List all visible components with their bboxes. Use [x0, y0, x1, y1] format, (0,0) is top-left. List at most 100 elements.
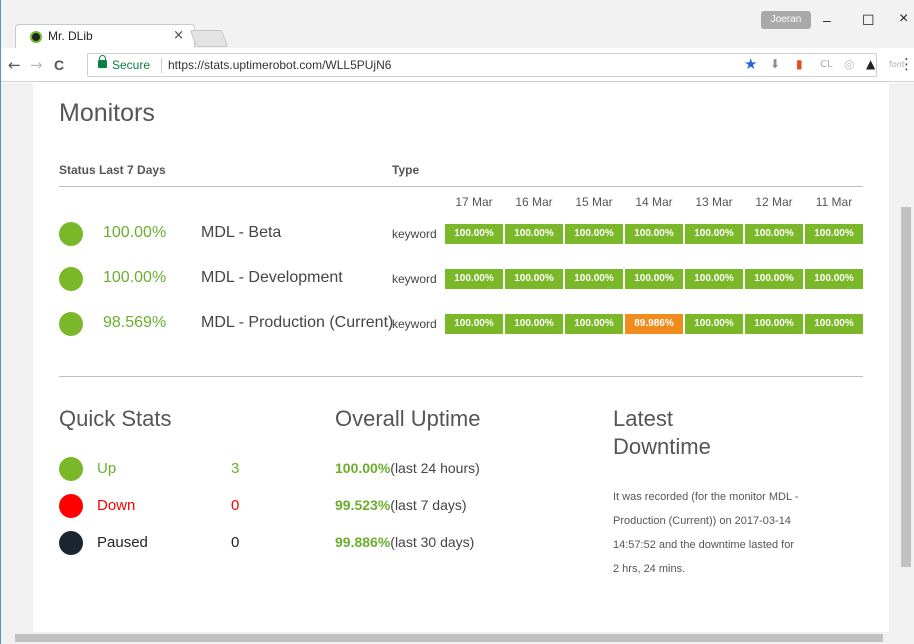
status-down-icon — [59, 494, 83, 518]
daily-uptime-cell[interactable]: 100.00% — [745, 269, 803, 289]
daily-uptime-cell[interactable]: 100.00% — [445, 314, 503, 334]
status-up-icon — [59, 457, 83, 481]
url-text[interactable]: https://stats.uptimerobot.com/WLL5PUjN6 — [168, 58, 391, 72]
new-tab-button[interactable] — [189, 30, 229, 47]
overall-uptime-item: 99.523%(last 7 days) — [335, 497, 467, 513]
cl-extension-icon[interactable]: CL — [820, 59, 833, 70]
browser-toolbar: ← → C Secure https://stats.uptimerobot.c… — [1, 48, 914, 82]
close-window-button[interactable]: × — [899, 10, 908, 28]
overall-uptime-title: Overall Uptime — [335, 406, 481, 431]
daily-uptime-cell[interactable]: 100.00% — [505, 224, 563, 244]
overall-uptime-value: 100.00% — [335, 460, 391, 476]
tab-bar: Mr. DLib × Joeran – ☐ × — [1, 0, 914, 48]
daily-uptime-cell[interactable]: 100.00% — [625, 224, 683, 244]
circle-extension-icon[interactable]: ◎ — [844, 57, 854, 71]
reload-button[interactable]: C — [54, 57, 64, 73]
horizontal-scrollbar[interactable] — [1, 632, 914, 644]
date-label: 16 Mar — [515, 195, 553, 209]
tab-close-icon[interactable]: × — [173, 28, 184, 43]
monitors-title: Monitors — [59, 99, 155, 127]
daily-uptime-cell[interactable]: 100.00% — [805, 269, 863, 289]
monitor-row[interactable]: 98.569% MDL - Production (Current) keyword… — [59, 311, 863, 337]
horizontal-scroll-thumb[interactable] — [15, 634, 883, 642]
scholar-extension-icon[interactable]: ▲ — [866, 57, 875, 71]
date-label: 15 Mar — [575, 195, 613, 209]
lock-icon — [98, 55, 107, 68]
daily-uptime-cell[interactable]: 100.00% — [685, 314, 743, 334]
office-extension-icon[interactable]: ▮ — [796, 57, 803, 71]
daily-uptime-cell[interactable]: 100.00% — [565, 224, 623, 244]
latest-downtime-title: Latest Downtime — [613, 405, 711, 461]
quick-stat-value: 0 — [231, 534, 240, 551]
quick-stats-title: Quick Stats — [59, 406, 172, 431]
date-label: 14 Mar — [635, 195, 673, 209]
daily-uptime-cell[interactable]: 100.00% — [685, 224, 743, 244]
vertical-scrollbar[interactable] — [898, 83, 914, 632]
address-bar[interactable]: Secure https://stats.uptimerobot.com/WLL… — [87, 53, 905, 77]
overall-uptime-value: 99.886% — [335, 534, 391, 550]
download-extension-icon[interactable]: ⬇ — [770, 57, 780, 71]
daily-uptime-cell[interactable]: 100.00% — [445, 269, 503, 289]
vertical-scroll-thumb[interactable] — [901, 207, 911, 567]
quick-stat-value: 0 — [231, 497, 240, 514]
daily-uptime-cell[interactable]: 100.00% — [565, 314, 623, 334]
daily-uptime-cell[interactable]: 100.00% — [745, 224, 803, 244]
monitor-uptime: 100.00% — [103, 224, 167, 241]
daily-uptime-cell[interactable]: 100.00% — [685, 269, 743, 289]
overall-uptime-value: 99.523% — [335, 497, 391, 513]
minimize-button[interactable]: – — [823, 12, 831, 28]
monitor-name[interactable]: MDL - Production (Current) — [201, 314, 393, 332]
status-up-icon — [59, 312, 83, 336]
daily-uptime-cell[interactable]: 100.00% — [445, 224, 503, 244]
status-paused-icon — [59, 531, 83, 555]
tab-title: Mr. DLib — [48, 29, 93, 43]
favicon-icon — [30, 31, 42, 43]
quick-stat-label: Paused — [97, 534, 148, 551]
latest-downtime-title-line1: Latest — [613, 406, 673, 431]
daily-uptime-cell[interactable]: 100.00% — [505, 314, 563, 334]
monitor-row[interactable]: 100.00% MDL - Beta keyword 100.00% 100.00% 10… — [59, 221, 863, 247]
section-divider — [59, 376, 863, 377]
monitor-name[interactable]: MDL - Development — [201, 269, 343, 287]
browser-window: Mr. DLib × Joeran – ☐ × ← → C Secure htt… — [0, 0, 914, 644]
daily-uptime-cell[interactable]: 100.00% — [565, 269, 623, 289]
latest-downtime-title-line2: Downtime — [613, 434, 711, 459]
status-up-icon — [59, 222, 83, 246]
latest-downtime-text: It was recorded (for the monitor MDL - P… — [613, 491, 799, 575]
daily-uptime-cell[interactable]: 100.00% — [505, 269, 563, 289]
date-label: 11 Mar — [815, 195, 853, 209]
secure-label: Secure — [112, 58, 151, 72]
monitor-type: keyword — [392, 272, 437, 286]
overall-uptime-item: 100.00%(last 24 hours) — [335, 460, 480, 476]
browser-tab[interactable]: Mr. DLib × — [15, 24, 195, 48]
daily-uptime-cell[interactable]: 100.00% — [745, 314, 803, 334]
monitor-uptime: 98.569% — [103, 314, 167, 331]
daily-uptime-cell[interactable]: 100.00% — [805, 224, 863, 244]
forward-button[interactable]: → — [30, 56, 43, 74]
divider — [161, 58, 162, 73]
monitor-type: keyword — [392, 317, 437, 331]
monitor-name[interactable]: MDL - Beta — [201, 224, 281, 242]
daily-uptime-cell[interactable]: 100.00% — [805, 314, 863, 334]
daily-uptime-cell[interactable]: 100.00% — [625, 269, 683, 289]
date-label: 17 Mar — [455, 195, 493, 209]
back-button[interactable]: ← — [8, 56, 21, 74]
menu-icon[interactable]: ⋮ — [899, 55, 914, 73]
user-profile-button[interactable]: Joeran — [761, 11, 811, 29]
overall-uptime-item: 99.886%(last 30 days) — [335, 534, 474, 550]
overall-uptime-period: (last 24 hours) — [390, 460, 480, 476]
quick-stat-up: Up 3 — [59, 457, 259, 483]
daily-uptime-cell[interactable]: 89.986% — [625, 314, 683, 334]
status-up-icon — [59, 267, 83, 291]
page-viewport: Monitors Status Last 7 Days Type 17 Mar 1… — [1, 83, 914, 632]
monitor-type: keyword — [392, 227, 437, 241]
overall-uptime-period: (last 30 days) — [390, 534, 475, 550]
date-label: 12 Mar — [755, 195, 793, 209]
status-card: Monitors Status Last 7 Days Type 17 Mar 1… — [33, 83, 889, 632]
quick-stat-paused: Paused 0 — [59, 531, 259, 557]
monitor-row[interactable]: 100.00% MDL - Development keyword 100.00% 10… — [59, 266, 863, 292]
bookmark-star-icon[interactable]: ★ — [744, 55, 757, 73]
maximize-button[interactable]: ☐ — [862, 12, 875, 29]
header-divider — [59, 186, 863, 187]
quick-stat-down: Down 0 — [59, 494, 259, 520]
